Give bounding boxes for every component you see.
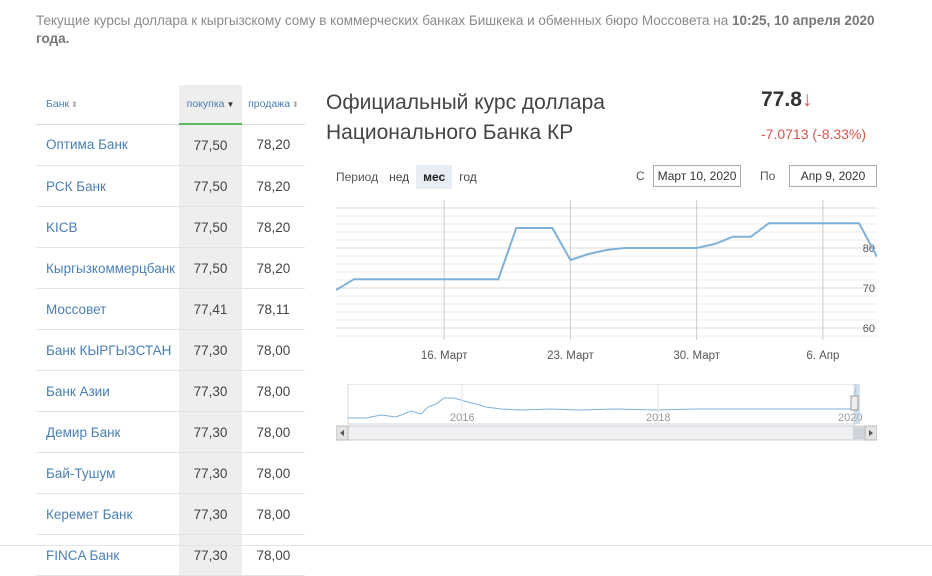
table-row: Бай-Тушум 77,30 78,00 xyxy=(36,452,305,494)
bank-name-link[interactable]: Банк Азии xyxy=(36,370,180,412)
bank-name-link[interactable]: KICB xyxy=(36,206,180,248)
buy-rate-cell: 77,30 xyxy=(179,534,242,576)
buy-rate-cell: 77,50 xyxy=(179,206,242,248)
table-row: Керемет Банк 77,30 78,00 xyxy=(36,493,305,535)
table-row: KICB 77,50 78,20 xyxy=(36,206,305,248)
bank-name-link[interactable]: Оптима Банк xyxy=(36,124,180,166)
sell-rate-cell: 78,20 xyxy=(241,206,305,248)
sell-rate-cell: 78,00 xyxy=(241,329,305,371)
buy-rate-cell: 77,30 xyxy=(179,493,242,535)
sell-rate-cell: 78,00 xyxy=(241,534,305,576)
bank-name-link[interactable]: Бай-Тушум xyxy=(36,452,180,494)
navigator-handle[interactable] xyxy=(850,395,859,411)
period-week-button[interactable]: нед xyxy=(382,165,416,189)
buy-rate-cell: 77,41 xyxy=(179,288,242,330)
intro-text: Текущие курсы доллара к кыргызскому сому… xyxy=(36,12,896,48)
sell-column-header[interactable]: продажа ⬍ xyxy=(241,85,305,125)
buy-rate-cell: 77,50 xyxy=(179,165,242,207)
sell-rate-cell: 78,00 xyxy=(241,452,305,494)
sort-desc-icon: ▼ xyxy=(226,100,235,109)
x-tick-label: 23. Март xyxy=(547,350,594,362)
buy-rate-cell: 77,50 xyxy=(179,247,242,289)
table-header-row: Банк ⬍ покупка ▼ продажа ⬍ xyxy=(36,85,305,125)
x-tick-label: 16. Март xyxy=(421,350,468,362)
bank-name-link[interactable]: Моссовет xyxy=(36,288,180,330)
table-row: РСК Банк 77,50 78,20 xyxy=(36,165,305,207)
scrollbar-track[interactable] xyxy=(336,425,877,441)
rate-number: 77.8 xyxy=(761,88,802,111)
bottom-divider xyxy=(0,545,932,546)
bank-name-link[interactable]: Керемет Банк xyxy=(36,493,180,535)
buy-rate-cell: 77,30 xyxy=(179,329,242,371)
navigator-frame xyxy=(347,384,857,425)
sell-rate-cell: 78,00 xyxy=(241,411,305,453)
bank-column-header[interactable]: Банк ⬍ xyxy=(36,85,180,125)
period-year-button[interactable]: год xyxy=(452,165,484,189)
sell-rate-cell: 78,00 xyxy=(241,493,305,535)
x-tick-label: 30. Март xyxy=(673,350,720,362)
rates-table: Банк ⬍ покупка ▼ продажа ⬍ Оптима Банк 77,50… xyxy=(36,85,305,576)
table-row: Моссовет 77,41 78,11 xyxy=(36,288,305,330)
sell-rate-cell: 78,20 xyxy=(241,165,305,207)
buy-rate-cell: 77,50 xyxy=(179,124,242,166)
buy-rate-cell: 77,30 xyxy=(179,452,242,494)
period-selector: Период нед мес год xyxy=(336,165,484,189)
bank-name-link[interactable]: Кыргызкоммерцбанк xyxy=(36,247,180,289)
to-label: По xyxy=(760,169,776,183)
y-tick-label: 70 xyxy=(863,283,875,295)
arrow-down-icon: ↓ xyxy=(801,88,813,111)
x-tick-label: 6. Апр xyxy=(806,350,839,362)
navigator-label-2016: 2016 xyxy=(450,412,474,424)
sell-rate-cell: 78,00 xyxy=(241,370,305,412)
intro-sentence: Текущие курсы доллара к кыргызскому сому… xyxy=(36,13,733,28)
bank-name-link[interactable]: Банк КЫРГЫЗСТАН xyxy=(36,329,180,371)
sell-rate-cell: 78,20 xyxy=(241,124,305,166)
sort-icon: ⬍ xyxy=(71,100,78,110)
buy-rate-cell: 77,30 xyxy=(179,411,242,453)
sort-icon: ⬍ xyxy=(292,100,299,110)
bank-name-link[interactable]: РСК Банк xyxy=(36,165,180,207)
title-line-2: Национального Банка КР xyxy=(326,121,574,144)
table-row: Оптима Банк 77,50 78,20 xyxy=(36,124,305,166)
bank-name-link[interactable]: FINCA Банк xyxy=(36,534,180,576)
rate-change: -7.0713 (-8.33%) xyxy=(761,126,867,142)
table-row: FINCA Банк 77,30 78,00 xyxy=(36,534,305,576)
table-row: Демир Банк 77,30 78,00 xyxy=(36,411,305,453)
navigator-label-2018: 2018 xyxy=(646,412,670,424)
chart-navigator[interactable]: 2016 2018 2020 xyxy=(336,384,877,442)
buy-header-label: покупка xyxy=(186,98,225,110)
sell-rate-cell: 78,11 xyxy=(241,288,305,330)
from-date-input[interactable] xyxy=(653,165,741,187)
table-row: Банк Азии 77,30 78,00 xyxy=(36,370,305,412)
table-row: Банк КЫРГЫЗСТАН 77,30 78,00 xyxy=(36,329,305,371)
official-rate-title: Официальный курс доллара Национального Ба… xyxy=(326,88,666,148)
y-tick-label: 60 xyxy=(863,323,875,335)
official-rate-value: 77.8↓ xyxy=(761,88,812,112)
buy-rate-cell: 77,30 xyxy=(179,370,242,412)
sell-rate-cell: 78,20 xyxy=(241,247,305,289)
bank-header-label: Банк xyxy=(46,98,70,111)
title-line-1: Официальный курс доллара xyxy=(326,91,605,114)
period-label: Период xyxy=(336,170,379,184)
from-label: С xyxy=(636,169,645,183)
table-row: Кыргызкоммерцбанк 77,50 78,20 xyxy=(36,247,305,289)
rate-chart[interactable]: 16. Март 23. Март 30. Март 6. Апр607080 xyxy=(336,195,877,370)
rates-body: Оптима Банк 77,50 78,20 РСК Банк 77,50 78,20 K… xyxy=(36,124,305,576)
bank-name-link[interactable]: Демир Банк xyxy=(36,411,180,453)
sell-header-label: продажа xyxy=(248,98,291,111)
to-date-input[interactable] xyxy=(789,165,877,187)
period-month-button[interactable]: мес xyxy=(416,165,453,189)
scrollbar-thumb[interactable] xyxy=(853,427,865,439)
buy-column-header[interactable]: покупка ▼ xyxy=(179,85,242,125)
